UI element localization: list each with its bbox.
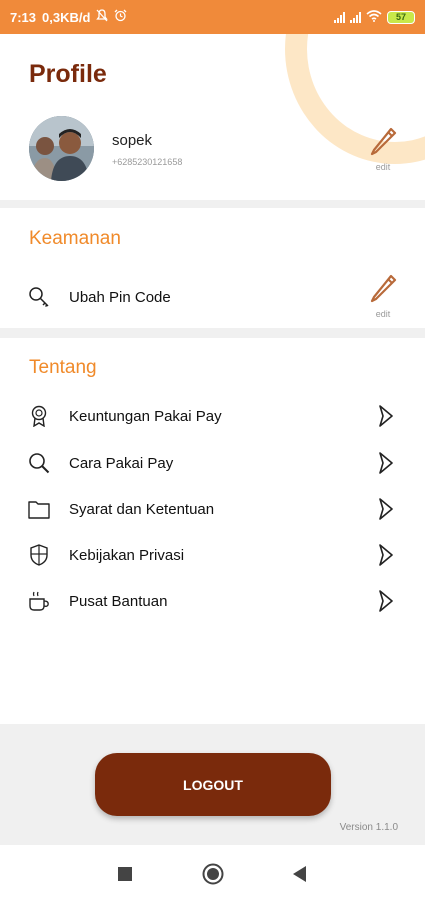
edit-label: edit [375,162,391,172]
battery-icon: 57 [387,10,415,24]
search-icon [28,452,50,474]
about-item-label: Cara Pakai Pay [69,454,174,472]
about-card [0,338,425,724]
home-button[interactable] [201,862,225,886]
about-item-terms[interactable]: Syarat dan Ketentuan [0,491,425,527]
status-time: 7:13 [10,9,37,25]
shield-icon [28,544,50,566]
edit-label: edit [375,309,391,319]
recent-apps-button[interactable] [113,862,137,886]
security-section-title: Keamanan [29,228,121,249]
user-phone: +6285230121658 [112,157,183,167]
chevron-right-icon [376,497,396,521]
back-button[interactable] [288,862,312,886]
navigation-bar [0,845,425,900]
logout-button[interactable]: LOGOUT [95,753,331,816]
signal-icon [350,11,361,23]
status-bar: 7:13 0,3KB/d 57 [0,0,425,34]
edit-pin-button[interactable]: edit [361,271,405,319]
coffee-cup-icon [28,590,50,612]
badge-icon [28,405,50,427]
chevron-right-icon [376,589,396,613]
alarm-icon [114,9,127,25]
chevron-right-icon [376,451,396,475]
about-item-label: Pusat Bantuan [69,592,168,610]
page-title: Profile [29,60,107,88]
about-item-benefits[interactable]: Keuntungan Pakai Pay [0,398,425,434]
pencil-icon [368,274,398,307]
chevron-right-icon [376,404,396,428]
about-item-help-center[interactable]: Pusat Bantuan [0,583,425,619]
chevron-right-icon [376,543,396,567]
about-item-how-to-use[interactable]: Cara Pakai Pay [0,445,425,481]
signal-icon [334,11,345,23]
folder-icon [28,498,50,520]
bell-off-icon [96,9,109,25]
change-pin-label: Ubah Pin Code [69,288,171,306]
about-item-label: Kebijakan Privasi [69,546,185,564]
version-label: Version 1.1.0 [339,822,398,833]
user-name: sopek [112,132,153,149]
about-item-label: Syarat dan Ketentuan [69,500,215,518]
status-network-speed: 0,3KB/d [42,9,91,25]
pencil-icon [368,127,398,160]
key-icon [28,286,50,308]
wifi-icon [366,9,382,25]
edit-profile-button[interactable]: edit [361,124,405,172]
about-section-title: Tentang [29,357,97,378]
about-item-label: Keuntungan Pakai Pay [69,407,222,425]
avatar[interactable] [29,116,94,181]
about-item-privacy[interactable]: Kebijakan Privasi [0,537,425,573]
